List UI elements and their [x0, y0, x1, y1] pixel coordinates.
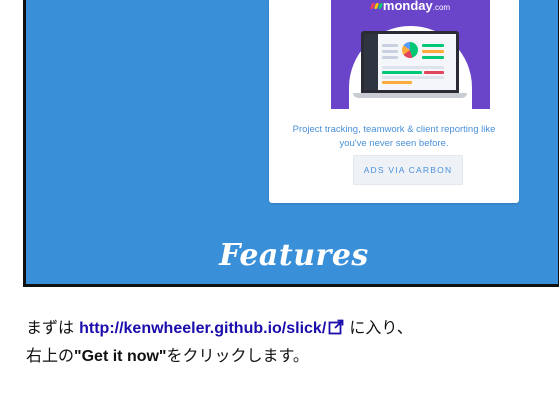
instruction-line-2: 右上の"Get it now"をクリックします。 — [26, 342, 556, 370]
laptop-base — [353, 93, 467, 98]
carbon-ad-card[interactable]: monday.com Project tracking, teamwork & … — [269, 0, 519, 203]
instruction-line2-prefix: 右上の — [26, 346, 75, 365]
instruction-suffix: に入り、 — [349, 318, 413, 337]
instruction-line-1: まずは http://kenwheeler.github.io/slick/ に… — [26, 314, 556, 342]
ads-via-carbon-button[interactable]: ADS VIA CARBON — [353, 155, 463, 185]
monday-logo: monday.com — [331, 0, 490, 14]
pie-chart-icon — [402, 42, 418, 58]
features-heading: Features — [219, 238, 369, 273]
instruction-prefix: まずは — [26, 318, 75, 337]
embedded-screenshot: monday.com Project tracking, teamwork & … — [23, 0, 559, 287]
instruction-line2-suffix: をクリックします。 — [166, 346, 309, 365]
get-it-now-quote: "Get it now" — [74, 348, 167, 365]
instruction-text: まずは http://kenwheeler.github.io/slick/ に… — [26, 314, 556, 370]
monday-dots-icon — [369, 0, 383, 9]
ad-image[interactable]: monday.com — [331, 0, 490, 109]
external-link-icon[interactable] — [328, 319, 344, 335]
slick-site-link[interactable]: http://kenwheeler.github.io/slick/ — [79, 320, 326, 337]
ad-description[interactable]: Project tracking, teamwork & client repo… — [289, 123, 499, 151]
laptop-dashboard-illustration — [361, 31, 459, 93]
